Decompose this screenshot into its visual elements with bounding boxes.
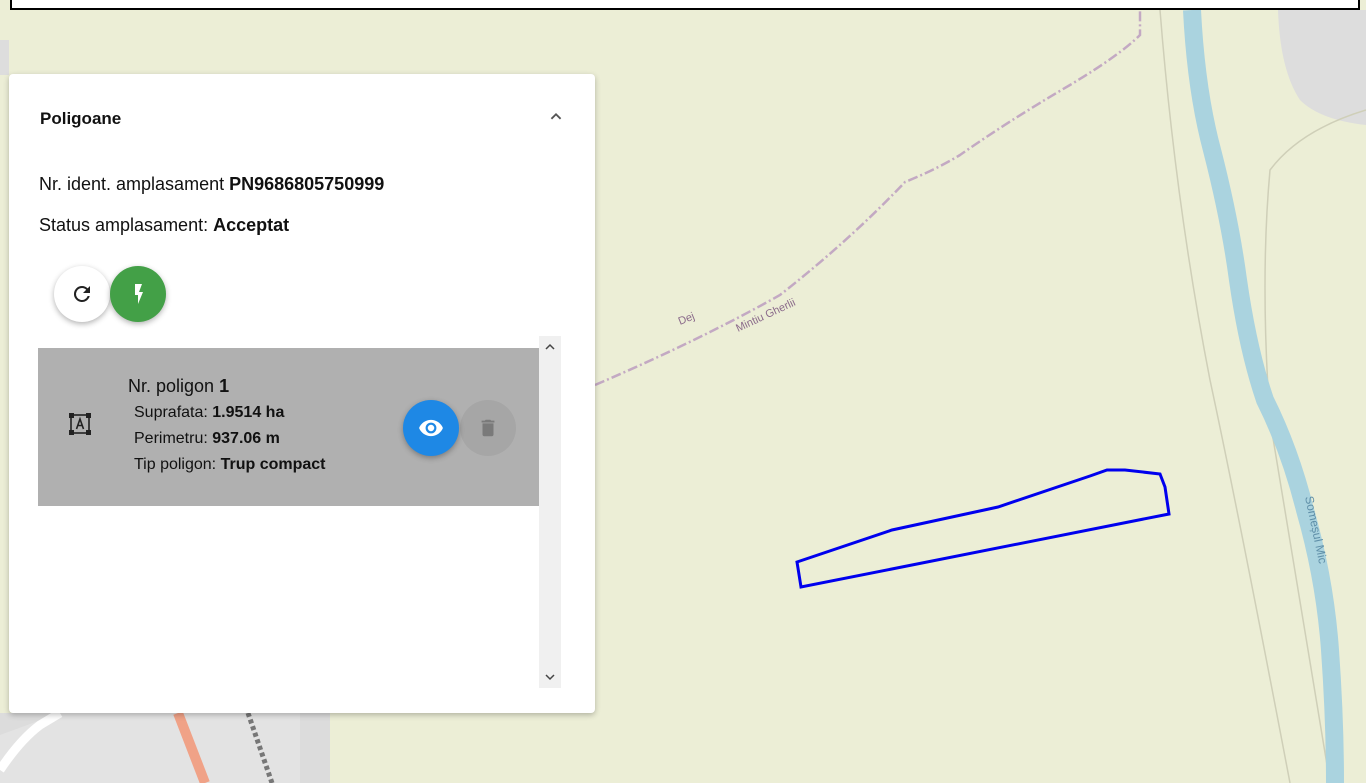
polygons-panel: Poligoane Nr. ident. amplasament PN96868… xyxy=(9,74,595,713)
status-label: Status amplasament: xyxy=(39,215,214,235)
scroll-up-icon[interactable] xyxy=(542,339,558,355)
status-value: Acceptat xyxy=(213,215,290,235)
polygon-area: Suprafata: 1.9514 ha xyxy=(134,404,284,422)
top-search-bar[interactable] xyxy=(10,0,1360,10)
list-item[interactable]: Nr. poligon 1 Suprafata: 1.9514 ha Perim… xyxy=(38,348,539,506)
bolt-button[interactable] xyxy=(110,266,166,322)
polygon-perimeter: Perimetru: 937.06 m xyxy=(134,430,280,448)
list-scrollbar[interactable] xyxy=(539,336,561,688)
polygon-title-label: Nr. poligon xyxy=(128,376,220,396)
refresh-button[interactable] xyxy=(54,266,110,322)
scroll-down-icon[interactable] xyxy=(542,669,558,685)
chevron-up-icon[interactable] xyxy=(545,106,567,128)
type-label: Tip poligon: xyxy=(134,456,221,473)
ident-value: PN9686805750999 xyxy=(229,174,385,194)
refresh-icon xyxy=(73,285,90,302)
polygon-shape-icon xyxy=(68,412,92,436)
trash-icon xyxy=(481,419,495,437)
delete-polygon-button[interactable] xyxy=(460,400,516,456)
eye-icon xyxy=(419,419,443,437)
type-value: Trup compact xyxy=(220,456,326,473)
bolt-icon xyxy=(135,284,143,304)
polygon-number: 1 xyxy=(219,376,230,396)
perimeter-label: Perimetru: xyxy=(134,430,213,447)
ident-label: Nr. ident. amplasament xyxy=(39,174,230,194)
polygon-type: Tip poligon: Trup compact xyxy=(134,456,325,474)
panel-title: Poligoane xyxy=(40,109,122,128)
perimeter-value: 937.06 m xyxy=(212,430,280,447)
polygon-title: Nr. poligon 1 xyxy=(128,376,229,397)
area-label: Suprafata: xyxy=(134,404,213,421)
view-polygon-button[interactable] xyxy=(403,400,459,456)
status-line: Status amplasament: Acceptat xyxy=(39,215,289,236)
area-value: 1.9514 ha xyxy=(212,404,285,421)
ident-line: Nr. ident. amplasament PN9686805750999 xyxy=(39,174,384,195)
polygon-list: Nr. poligon 1 Suprafata: 1.9514 ha Perim… xyxy=(38,336,561,688)
